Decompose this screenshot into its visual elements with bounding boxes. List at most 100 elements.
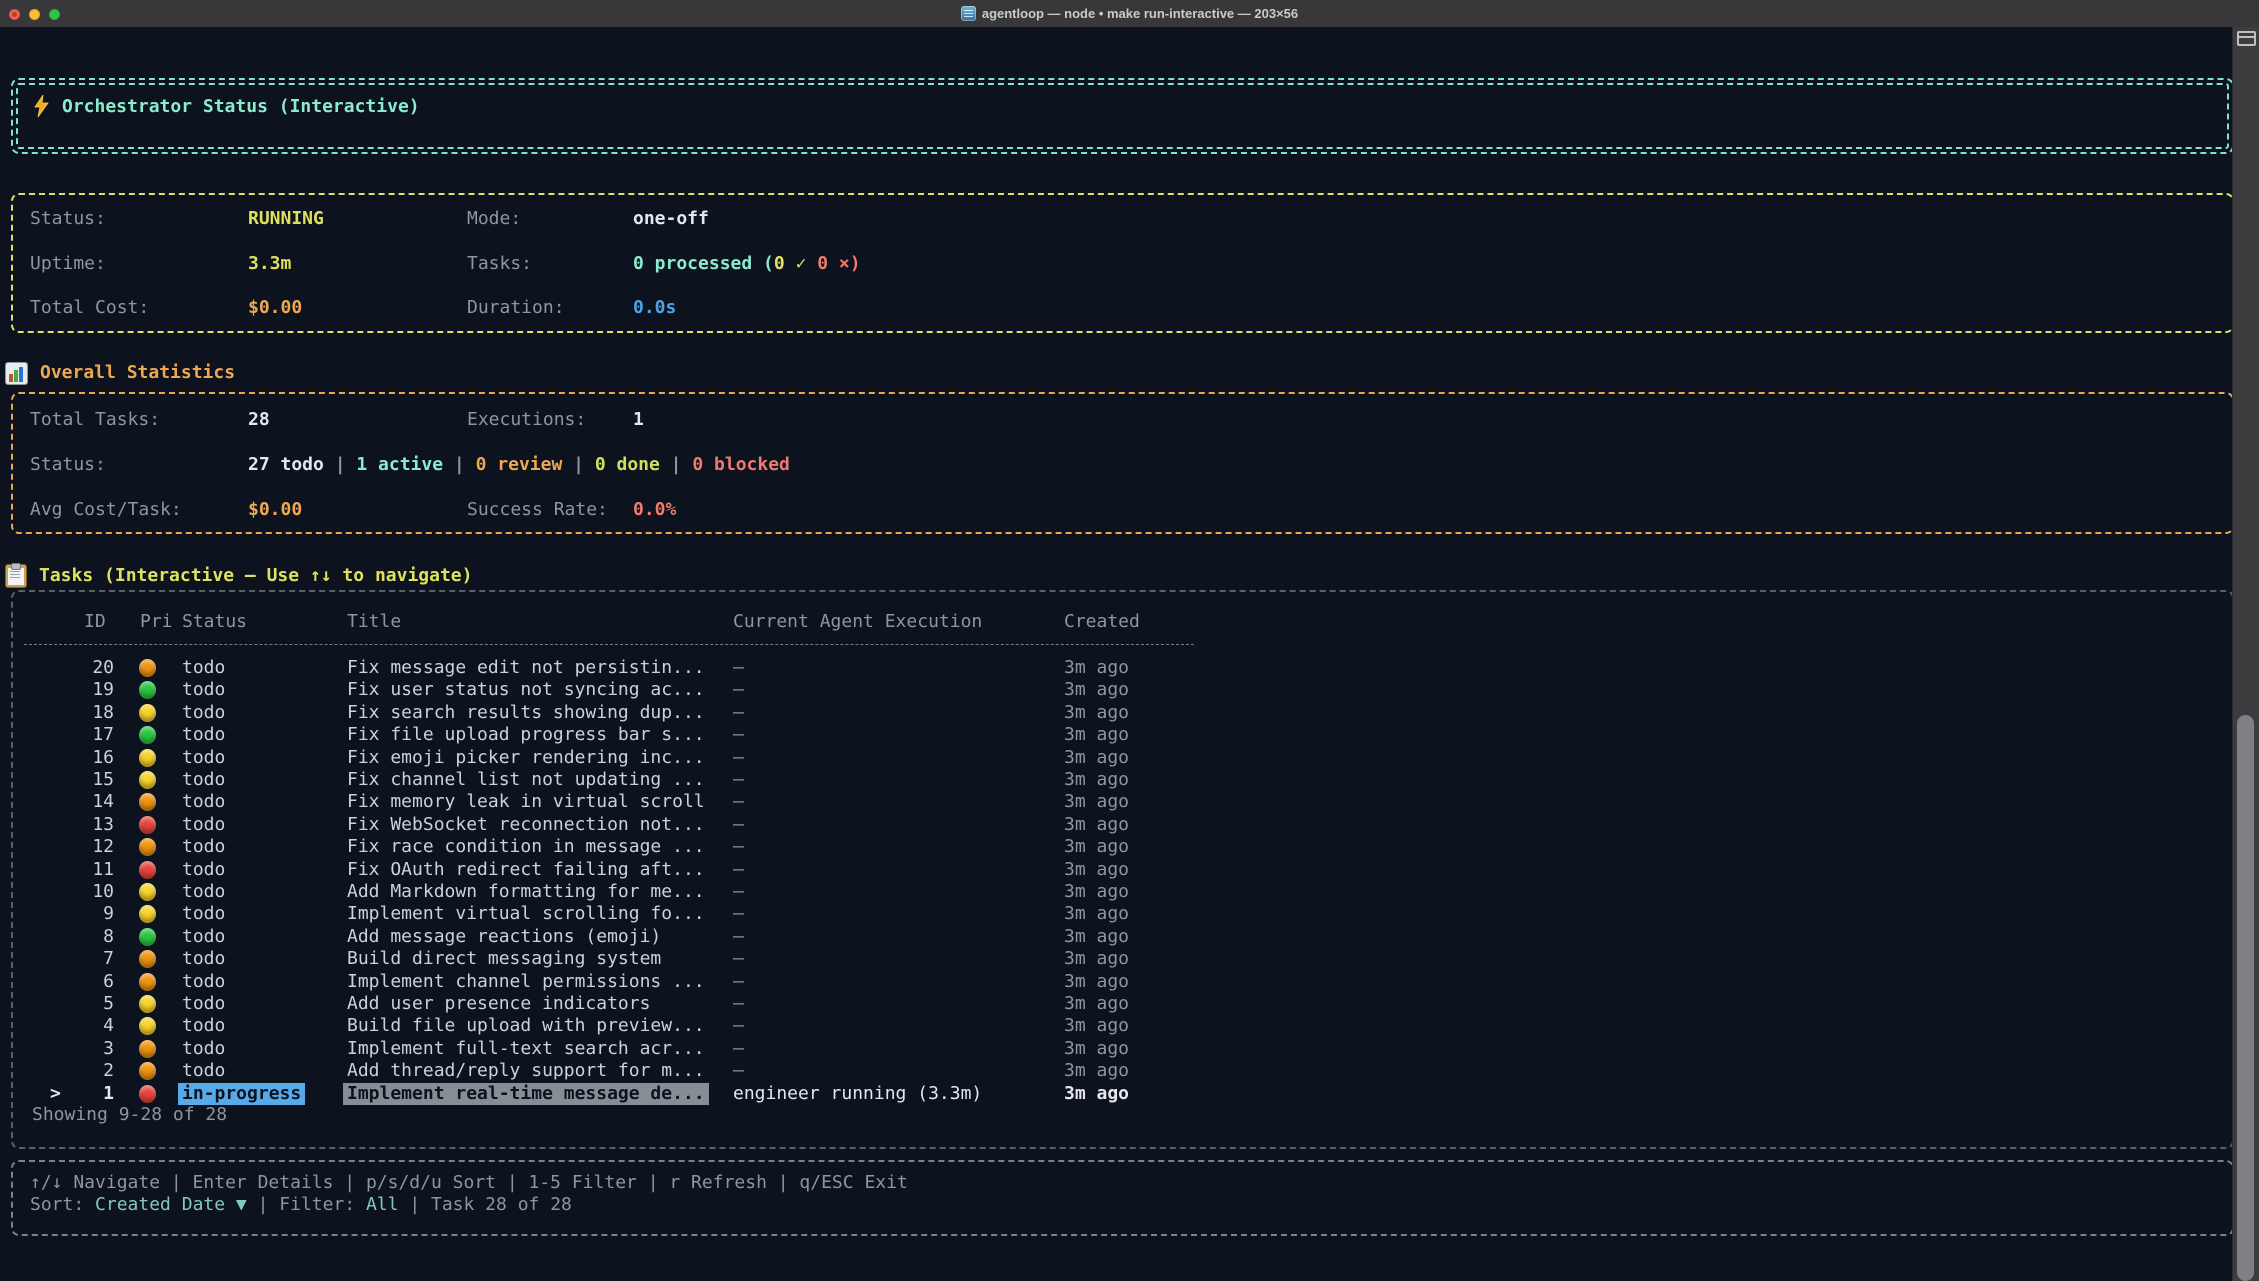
- task-id: 10: [52, 881, 114, 903]
- priority-dot-icon: [139, 861, 156, 879]
- task-agent: –: [733, 903, 744, 925]
- task-agent: –: [733, 881, 744, 903]
- scrollbar-track[interactable]: [2232, 27, 2259, 1281]
- header-separator: [24, 644, 1194, 645]
- task-status: todo: [182, 1060, 225, 1082]
- priority-dot-icon: [139, 995, 156, 1013]
- column-header-title: Title: [347, 611, 401, 633]
- duration-label: Duration:: [467, 297, 565, 319]
- task-id: 12: [52, 836, 114, 858]
- task-status: todo: [182, 769, 225, 791]
- task-id: 8: [52, 926, 114, 948]
- task-agent: –: [733, 814, 744, 836]
- duration-value: 0.0s: [633, 297, 676, 319]
- task-created: 3m ago: [1064, 791, 1129, 813]
- stats-status-breakdown: 27 todo | 1 active | 0 review | 0 done |…: [248, 454, 790, 476]
- task-agent: –: [733, 747, 744, 769]
- task-row[interactable]: 9 todo Implement virtual scrolling fo...…: [13, 903, 2212, 925]
- task-id: 4: [52, 1015, 114, 1037]
- task-id: 1: [52, 1083, 114, 1105]
- window-title: agentloop — node • make run-interactive …: [982, 3, 1298, 25]
- task-row[interactable]: 4 todo Build file upload with preview...…: [13, 1015, 2212, 1037]
- task-title: Add message reactions (emoji): [347, 926, 661, 948]
- task-created: 3m ago: [1064, 1038, 1129, 1060]
- clipboard-icon: [5, 564, 27, 588]
- priority-dot-icon: [139, 704, 156, 722]
- task-created: 3m ago: [1064, 948, 1129, 970]
- task-agent: –: [733, 724, 744, 746]
- task-created: 3m ago: [1064, 881, 1129, 903]
- uptime-value: 3.3m: [248, 253, 291, 275]
- priority-dot-icon: [139, 749, 156, 767]
- task-id: 5: [52, 993, 114, 1015]
- priority-dot-icon: [139, 771, 156, 789]
- task-created: 3m ago: [1064, 993, 1129, 1015]
- priority-dot-icon: [139, 726, 156, 744]
- task-row[interactable]: 20 todo Fix message edit not persistin..…: [13, 657, 2212, 679]
- priority-dot-icon: [139, 1062, 156, 1080]
- task-agent: –: [733, 702, 744, 724]
- task-status: todo: [182, 702, 225, 724]
- task-id: 11: [52, 859, 114, 881]
- task-row[interactable]: 11 todo Fix OAuth redirect failing aft..…: [13, 859, 2212, 881]
- task-created: 3m ago: [1064, 903, 1129, 925]
- task-row[interactable]: > 1 in-progress Implement real-time mess…: [13, 1083, 2212, 1105]
- task-agent: –: [733, 791, 744, 813]
- task-row[interactable]: 16 todo Fix emoji picker rendering inc..…: [13, 747, 2212, 769]
- task-agent: –: [733, 1015, 744, 1037]
- task-agent: –: [733, 657, 744, 679]
- column-header-status: Status: [182, 611, 247, 633]
- column-header-id: ID: [84, 611, 106, 633]
- task-row[interactable]: 13 todo Fix WebSocket reconnection not..…: [13, 814, 2212, 836]
- task-title: Implement channel permissions ...: [347, 971, 705, 993]
- task-created: 3m ago: [1064, 769, 1129, 791]
- task-created: 3m ago: [1064, 747, 1129, 769]
- task-status: todo: [182, 859, 225, 881]
- task-id: 3: [52, 1038, 114, 1060]
- task-row[interactable]: 18 todo Fix search results showing dup..…: [13, 702, 2212, 724]
- task-agent: –: [733, 971, 744, 993]
- task-row[interactable]: 5 todo Add user presence indicators – 3m…: [13, 993, 2212, 1015]
- task-status: todo: [182, 836, 225, 858]
- priority-dot-icon: [139, 659, 156, 677]
- task-row[interactable]: 3 todo Implement full-text search acr...…: [13, 1038, 2212, 1060]
- task-row[interactable]: 7 todo Build direct messaging system – 3…: [13, 948, 2212, 970]
- priority-dot-icon: [139, 883, 156, 901]
- pagination-status: Showing 9-28 of 28: [32, 1104, 227, 1126]
- priority-dot-icon: [139, 1085, 156, 1103]
- priority-dot-icon: [139, 816, 156, 834]
- window-title-area: agentloop — node • make run-interactive …: [0, 0, 2259, 27]
- task-row[interactable]: 17 todo Fix file upload progress bar s..…: [13, 724, 2212, 746]
- task-status: todo: [182, 1015, 225, 1037]
- task-row[interactable]: 12 todo Fix race condition in message ..…: [13, 836, 2212, 858]
- success-rate-value: 0.0%: [633, 499, 676, 521]
- task-row[interactable]: 10 todo Add Markdown formatting for me..…: [13, 881, 2212, 903]
- table-header-row: ID Pri Status Title Current Agent Execut…: [13, 611, 2232, 633]
- task-status: todo: [182, 814, 225, 836]
- task-row[interactable]: 14 todo Fix memory leak in virtual scrol…: [13, 791, 2212, 813]
- task-agent: –: [733, 859, 744, 881]
- task-agent: –: [733, 679, 744, 701]
- task-agent: –: [733, 1060, 744, 1082]
- task-created: 3m ago: [1064, 702, 1129, 724]
- task-title: Implement virtual scrolling fo...: [347, 903, 705, 925]
- task-title: Add user presence indicators: [347, 993, 650, 1015]
- bar-chart-icon: [5, 362, 28, 385]
- task-created: 3m ago: [1064, 926, 1129, 948]
- window-marker-icon: [2237, 31, 2256, 46]
- task-row[interactable]: 8 todo Add message reactions (emoji) – 3…: [13, 926, 2212, 948]
- task-row[interactable]: 19 todo Fix user status not syncing ac..…: [13, 679, 2212, 701]
- task-title: Add Markdown formatting for me...: [347, 881, 705, 903]
- column-header-pri: Pri: [140, 611, 173, 633]
- status-label: Status:: [30, 208, 106, 230]
- task-id: 16: [52, 747, 114, 769]
- task-created: 3m ago: [1064, 724, 1129, 746]
- task-agent: –: [733, 836, 744, 858]
- task-status: todo: [182, 993, 225, 1015]
- executions-label: Executions:: [467, 409, 586, 431]
- task-row[interactable]: 2 todo Add thread/reply support for m...…: [13, 1060, 2212, 1082]
- task-created: 3m ago: [1064, 679, 1129, 701]
- task-row[interactable]: 6 todo Implement channel permissions ...…: [13, 971, 2212, 993]
- scrollbar-thumb[interactable]: [2237, 715, 2254, 1281]
- task-row[interactable]: 15 todo Fix channel list not updating ..…: [13, 769, 2212, 791]
